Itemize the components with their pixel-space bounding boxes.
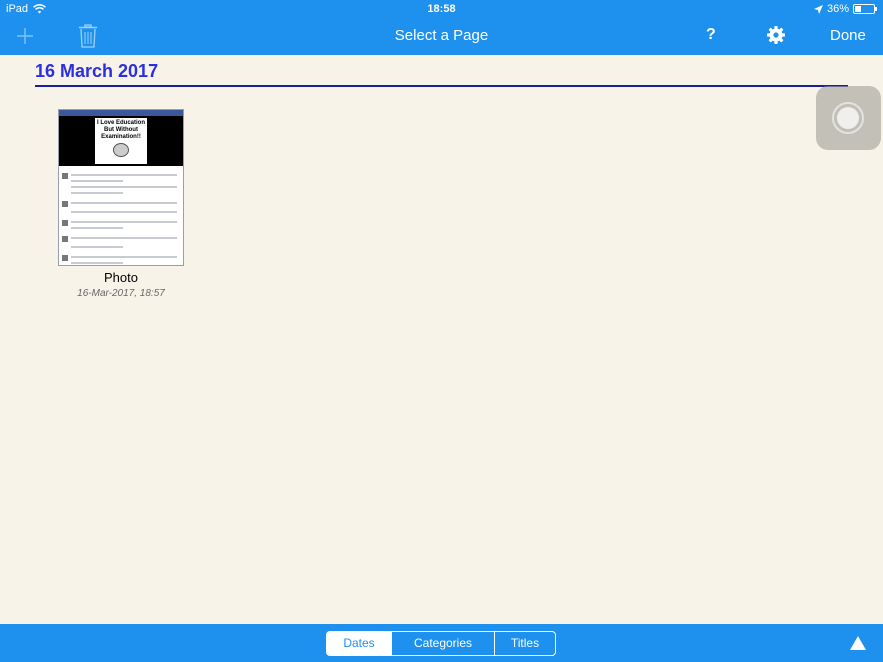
status-bar: iPad 18:58 36% — [0, 0, 883, 18]
done-button[interactable]: Done — [830, 27, 866, 44]
segment-dates[interactable]: Dates — [327, 632, 391, 655]
date-divider — [35, 85, 848, 87]
page-item-title[interactable]: Photo — [58, 270, 184, 285]
navigation-bar: Select a Page ? Done — [0, 18, 883, 55]
page-thumbnail[interactable]: I Love Education But Without Examination… — [58, 109, 184, 266]
thumbnail-poster: I Love Education But Without Examination… — [95, 118, 147, 164]
help-button[interactable]: ? — [706, 26, 716, 44]
battery-icon — [853, 4, 877, 14]
assistive-touch-button[interactable] — [816, 86, 881, 150]
date-heading: 16 March 2017 — [35, 61, 159, 81]
gear-icon[interactable] — [766, 25, 786, 45]
triangle-up-icon[interactable] — [850, 636, 866, 650]
location-arrow-icon — [813, 4, 823, 14]
page-title: Select a Page — [394, 27, 489, 44]
top-bar: iPad 18:58 36% Select a Page ? Done — [0, 0, 883, 55]
page-item-date: 16-Mar-2017, 18:57 — [77, 288, 165, 299]
status-time: 18:58 — [427, 3, 456, 15]
bottom-toolbar: Dates Categories Titles — [0, 624, 883, 662]
battery-percent: 36% — [826, 3, 849, 15]
thumbnail-poster-text: I Love Education But Without Examination… — [96, 120, 145, 140]
segment-titles[interactable]: Titles — [494, 632, 555, 655]
segment-categories[interactable]: Categories — [391, 632, 494, 655]
meme-face-icon — [113, 143, 129, 157]
sort-segmented-control: Dates Categories Titles — [326, 631, 556, 656]
